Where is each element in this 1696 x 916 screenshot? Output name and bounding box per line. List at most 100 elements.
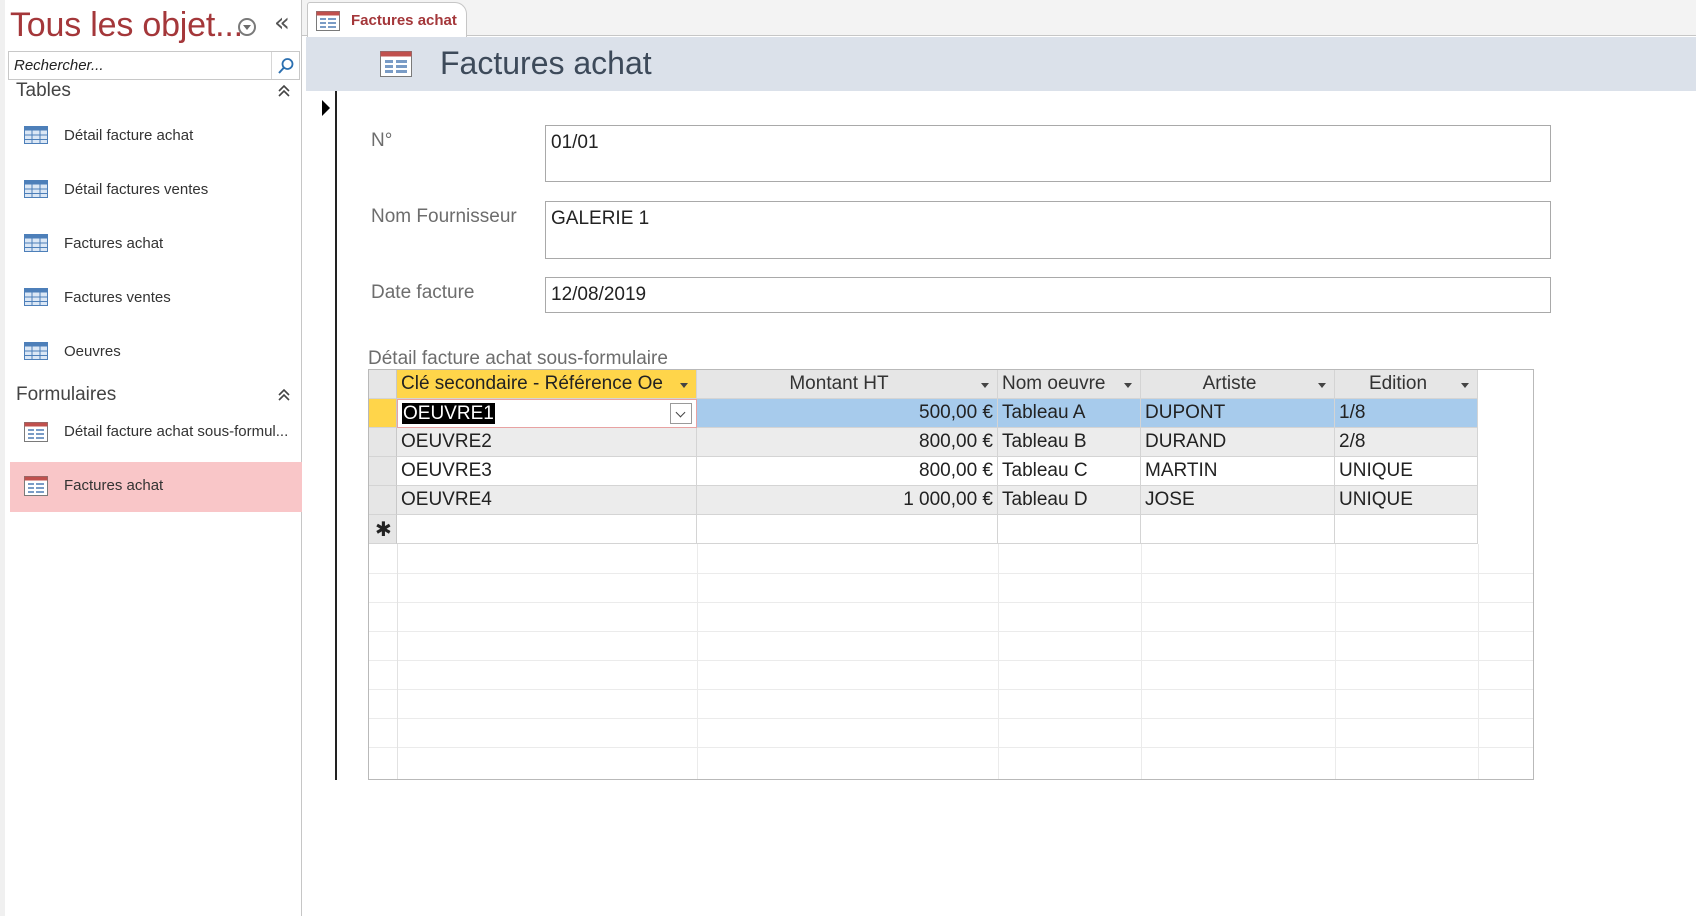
cell-value: OEUVRE1 (402, 403, 495, 424)
column-header-cle-secondaire[interactable]: Clé secondaire - Référence Oe (397, 370, 697, 399)
table-icon (24, 234, 48, 257)
nav-item-detail-factures-ventes[interactable]: Détail factures ventes (10, 166, 302, 216)
table-cell-empty[interactable] (397, 515, 697, 544)
table-icon (24, 180, 48, 203)
group-header-tables[interactable]: Tables (10, 78, 300, 108)
table-cell-edition[interactable]: 1/8 (1335, 399, 1478, 428)
column-header-label: Montant HT (789, 373, 889, 394)
nav-item-label: Oeuvres (64, 343, 121, 360)
table-cell-artiste[interactable]: MARTIN (1141, 457, 1335, 486)
new-record-row[interactable]: ✱ (369, 515, 1533, 544)
grid-line (1335, 544, 1336, 779)
table-row[interactable]: OEUVRE2 800,00 € Tableau B DURAND 2/8 (369, 428, 1533, 457)
sort-dropdown-icon[interactable] (981, 383, 989, 388)
table-cell-reference[interactable]: OEUVRE1 (397, 399, 697, 428)
table-cell-reference[interactable]: OEUVRE4 (397, 486, 697, 515)
table-row[interactable]: OEUVRE1 500,00 € Tableau A DUPONT 1/8 (369, 399, 1533, 428)
column-header-nom-oeuvre[interactable]: Nom oeuvre (998, 370, 1141, 399)
nav-item-factures-achat-table[interactable]: Factures achat (10, 220, 302, 270)
table-cell-montant[interactable]: 800,00 € (697, 457, 998, 486)
row-selector[interactable] (369, 428, 397, 457)
nav-item-detail-facture-achat[interactable]: Détail facture achat (10, 112, 302, 162)
nav-item-oeuvres[interactable]: Oeuvres (10, 328, 302, 378)
table-cell-artiste[interactable]: DURAND (1141, 428, 1335, 457)
table-cell-edition[interactable]: 2/8 (1335, 428, 1478, 457)
subform-label: Détail facture achat sous-formulaire (368, 348, 668, 369)
group-title: Tables (16, 80, 71, 101)
table-cell-empty[interactable] (697, 515, 998, 544)
access-window: Tous les objet... « Tables Détail factur… (0, 0, 1696, 916)
grid-line (697, 544, 698, 779)
sort-dropdown-icon[interactable] (680, 383, 688, 388)
table-cell-empty[interactable] (998, 515, 1141, 544)
column-header-edition[interactable]: Edition (1335, 370, 1478, 399)
table-cell-montant[interactable]: 800,00 € (697, 428, 998, 457)
nav-title[interactable]: Tous les objet... (10, 6, 243, 45)
select-all-corner[interactable] (369, 370, 397, 399)
table-cell-montant[interactable]: 1 000,00 € (697, 486, 998, 515)
nav-item-label: Détail factures ventes (64, 181, 209, 198)
table-cell-nom-oeuvre[interactable]: Tableau B (998, 428, 1141, 457)
nav-menu-dropdown-icon[interactable] (238, 18, 256, 36)
column-header-artiste[interactable]: Artiste (1141, 370, 1335, 399)
sort-dropdown-icon[interactable] (1461, 383, 1469, 388)
table-cell-montant[interactable]: 500,00 € (697, 399, 998, 428)
table-cell-empty[interactable] (1335, 515, 1478, 544)
column-header-label: Clé secondaire - Référence Oe (401, 373, 663, 394)
sort-dropdown-icon[interactable] (1318, 383, 1326, 388)
column-header-label: Edition (1368, 373, 1428, 394)
nav-item-label: Factures achat (64, 235, 164, 252)
table-cell-edition[interactable]: UNIQUE (1335, 486, 1478, 515)
collapse-pane-icon[interactable]: « (274, 10, 290, 36)
grid-line (1478, 544, 1479, 779)
grid-line (369, 631, 1533, 632)
table-cell-nom-oeuvre[interactable]: Tableau A (998, 399, 1141, 428)
grid-line (1141, 544, 1142, 779)
grid-line (369, 747, 1533, 748)
nav-item-factures-ventes[interactable]: Factures ventes (10, 274, 302, 324)
grid-line (998, 544, 999, 779)
table-cell-artiste[interactable]: JOSE (1141, 486, 1335, 515)
nav-item-detail-facture-achat-sous-formulaire[interactable]: Détail facture achat sous-formul... (10, 408, 302, 458)
grid-line (369, 602, 1533, 603)
table-row[interactable]: OEUVRE4 1 000,00 € Tableau D JOSE UNIQUE (369, 486, 1533, 515)
table-cell-edition[interactable]: UNIQUE (1335, 457, 1478, 486)
row-selector[interactable] (369, 399, 397, 428)
form-icon (316, 11, 340, 36)
form-icon (380, 51, 412, 82)
table-icon (24, 126, 48, 149)
grid-line (369, 660, 1533, 661)
table-cell-nom-oeuvre[interactable]: Tableau D (998, 486, 1141, 515)
chevron-up-double-icon[interactable] (278, 84, 290, 103)
row-selector[interactable] (369, 457, 397, 486)
table-cell-reference[interactable]: OEUVRE2 (397, 428, 697, 457)
nav-item-label: Détail facture achat sous-formul... (64, 423, 289, 440)
search-input[interactable] (9, 52, 269, 79)
tab-label: Factures achat (351, 12, 457, 29)
field-label-nom-fournisseur: Nom Fournisseur (371, 206, 517, 227)
row-selector[interactable]: ✱ (369, 515, 397, 544)
grid-line (369, 718, 1533, 719)
column-header-label: Nom oeuvre (1002, 373, 1106, 394)
table-row[interactable]: OEUVRE3 800,00 € Tableau C MARTIN UNIQUE (369, 457, 1533, 486)
table-cell-nom-oeuvre[interactable]: Tableau C (998, 457, 1141, 486)
search-icon[interactable] (271, 52, 299, 79)
column-header-label: Artiste (1202, 373, 1257, 394)
field-nom-fournisseur[interactable]: GALERIE 1 (545, 201, 1551, 259)
group-title: Formulaires (16, 384, 117, 405)
tab-factures-achat[interactable]: Factures achat (307, 2, 467, 37)
table-cell-empty[interactable] (1141, 515, 1335, 544)
nav-item-label: Détail facture achat (64, 127, 194, 144)
record-selector[interactable] (306, 91, 337, 780)
nav-item-factures-achat-form[interactable]: Factures achat (10, 462, 302, 512)
table-cell-artiste[interactable]: DUPONT (1141, 399, 1335, 428)
column-header-montant-ht[interactable]: Montant HT (697, 370, 998, 399)
field-numero[interactable]: 01/01 (545, 125, 1551, 182)
chevron-up-double-icon[interactable] (278, 388, 290, 407)
field-date-facture[interactable]: 12/08/2019 (545, 277, 1551, 313)
chevron-down-icon[interactable] (670, 403, 692, 424)
row-selector[interactable] (369, 486, 397, 515)
table-cell-reference[interactable]: OEUVRE3 (397, 457, 697, 486)
navigation-pane: Tous les objet... « Tables Détail factur… (0, 0, 302, 916)
sort-dropdown-icon[interactable] (1124, 383, 1132, 388)
